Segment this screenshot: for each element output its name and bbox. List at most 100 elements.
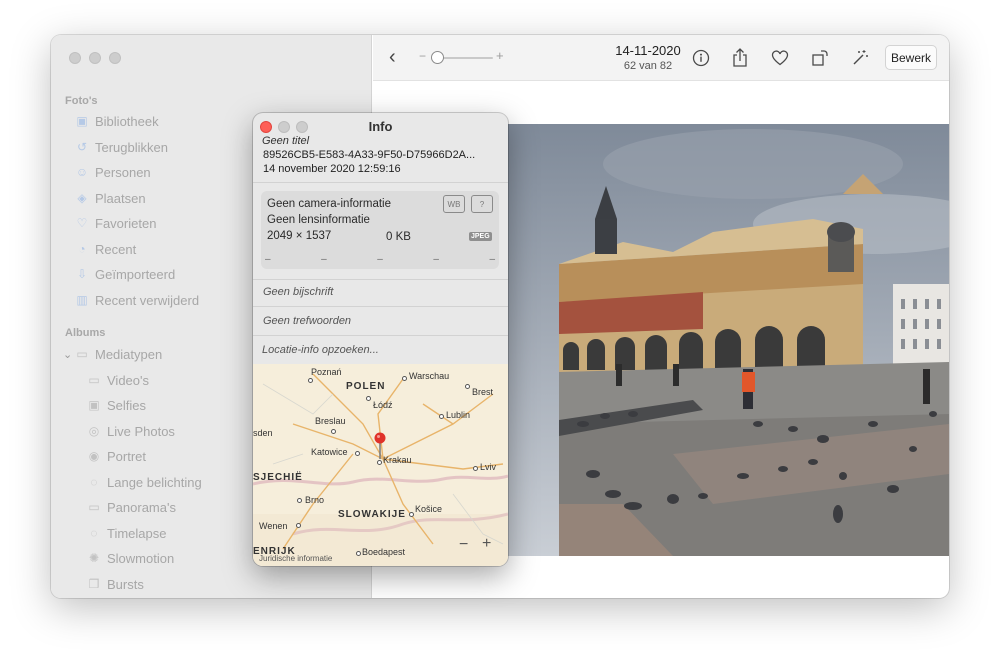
import-icon: ⇩ <box>76 267 88 281</box>
keywords-field[interactable]: Geen trefwoorden <box>263 315 351 327</box>
sidebar-item-label: Recent verwijderd <box>95 292 200 308</box>
sidebar-item-slowmotion[interactable]: ✺ Slowmotion <box>87 547 174 569</box>
map-label-lodz: Łódź <box>373 400 393 410</box>
people-icon: ☺ <box>75 165 89 179</box>
sidebar-item-mediatypen[interactable]: ▭ Mediatypen <box>75 343 162 365</box>
sidebar-item-plaatsen[interactable]: ◈ Plaatsen <box>75 187 146 209</box>
minimize-button[interactable] <box>89 52 101 64</box>
slowmo-icon: ✺ <box>88 551 100 565</box>
share-icon[interactable] <box>729 47 751 69</box>
section-albums: Albums <box>65 327 106 339</box>
camera-info-box: Geen camera-informatie Geen lensinformat… <box>261 191 499 269</box>
city-dot <box>409 512 414 517</box>
sidebar-item-recent-verwijderd[interactable]: ▥ Recent verwijderd <box>75 289 199 311</box>
sidebar-item-label: Bursts <box>107 576 144 592</box>
map-zoom-in-button[interactable]: + <box>482 535 491 553</box>
sidebar-item-timelapse[interactable]: ◌ Timelapse <box>87 522 166 544</box>
back-chevron-icon[interactable]: ‹ <box>389 46 396 69</box>
places-icon: ◈ <box>77 191 87 205</box>
burst-icon: ❒ <box>88 577 100 591</box>
divider <box>253 335 508 336</box>
sidebar-item-bibliotheek[interactable]: ▣ Bibliotheek <box>75 110 158 132</box>
map-label-katowice: Katowice <box>311 447 348 457</box>
city-dot <box>296 523 301 528</box>
map-label-kosice: Košice <box>415 504 443 514</box>
location-lookup[interactable]: Locatie-info opzoeken... <box>262 344 379 356</box>
clock-icon: ◔ <box>78 242 86 256</box>
long-exposure-icon: ◌ <box>90 475 98 489</box>
sidebar-item-bursts[interactable]: ❒ Bursts <box>87 573 144 595</box>
zoom-slider-thumb[interactable] <box>431 51 444 64</box>
zoom-button[interactable] <box>109 52 121 64</box>
divider <box>253 279 508 280</box>
sidebar-item-personen[interactable]: ☺ Personen <box>75 161 151 183</box>
map-roads <box>253 364 508 566</box>
memories-icon: ↺ <box>76 140 88 154</box>
city-dot <box>308 378 313 383</box>
toolbar: ‹ − + 14-11-2020 62 van 82 Bewerk <box>373 35 949 81</box>
sidebar-item-label: Live Photos <box>107 423 175 439</box>
rotate-icon[interactable] <box>809 47 831 69</box>
sidebar-item-label: Plaatsen <box>95 190 146 206</box>
legal-info-link[interactable]: Juridische informatie <box>259 554 332 563</box>
format-badge: JPEG <box>469 232 492 241</box>
chevron-down-icon[interactable]: ⌄ <box>63 348 72 361</box>
city-dot <box>356 551 361 556</box>
info-title: Info <box>368 119 393 134</box>
map-label-brest: Brest <box>472 387 494 397</box>
heart-icon[interactable] <box>769 47 791 69</box>
sidebar-item-recent[interactable]: ◔ Recent <box>75 238 136 260</box>
exif-values: – – – – – <box>265 254 495 265</box>
caption-field[interactable]: Geen bijschrift <box>263 286 333 298</box>
title-field[interactable]: Geen titel <box>262 135 309 147</box>
sidebar-item-label: Lange belichting <box>107 474 202 490</box>
sidebar-item-label: Geïmporteerd <box>95 266 176 282</box>
city-dot <box>439 414 444 419</box>
dimensions: 2049 × 1537 <box>267 230 332 242</box>
sidebar-item-favorieten[interactable]: ♡ Favorieten <box>75 212 157 234</box>
location-map[interactable]: Poznań Warschau POLEN Łódź Brest Breslau… <box>253 364 508 566</box>
exif-value: – <box>321 254 327 265</box>
map-label-wenen: Wenen <box>259 521 288 531</box>
map-label-brno: Brno <box>305 495 325 505</box>
zoom-in-label: + <box>496 48 504 63</box>
close-button[interactable] <box>69 52 81 64</box>
sidebar-item-portret[interactable]: ◉ Portret <box>87 445 146 467</box>
panorama-icon: ▭ <box>88 500 100 514</box>
sidebar-item-lange-belichting[interactable]: ◌ Lange belichting <box>87 471 202 493</box>
city-dot <box>366 396 371 401</box>
heart-icon: ♡ <box>76 216 88 230</box>
edit-button[interactable]: Bewerk <box>885 45 937 70</box>
map-label-polen: POLEN <box>346 381 386 392</box>
window-controls <box>69 52 121 64</box>
info-icon[interactable] <box>690 47 712 69</box>
city-dot <box>355 451 360 456</box>
camera-wb-icon: WB <box>443 195 465 213</box>
photo-date: 14-11-2020 <box>615 43 681 58</box>
sidebar-item-terugblikken[interactable]: ↺ Terugblikken <box>75 136 168 158</box>
folder-icon: ▭ <box>76 347 88 361</box>
sidebar-item-label: Recent <box>95 241 137 257</box>
city-dot <box>297 498 302 503</box>
map-label-krakau: Krakau <box>383 455 412 465</box>
section-photos: Foto's <box>65 95 98 107</box>
info-panel: Info Geen titel 89526CB5-E583-4A33-9F50-… <box>253 113 508 566</box>
map-label-slowakije: SLOWAKIJE <box>338 509 406 520</box>
portrait-icon: ◉ <box>88 449 100 463</box>
map-label-breslau: Breslau <box>315 416 346 426</box>
sidebar-item-geimporteerd[interactable]: ⇩ Geïmporteerd <box>75 263 175 285</box>
sidebar-item-label: Mediatypen <box>95 346 163 362</box>
city-dot <box>331 429 336 434</box>
sidebar-item-live-photos[interactable]: ◎ Live Photos <box>87 420 175 442</box>
live-photo-icon: ◎ <box>88 424 100 438</box>
magic-wand-icon[interactable] <box>849 47 871 69</box>
map-label-dresden: sden <box>253 428 273 438</box>
sidebar-item-panoramas[interactable]: ▭ Panorama's <box>87 496 176 518</box>
sidebar-item-videos[interactable]: ▭ Video's <box>87 369 149 391</box>
map-zoom-out-button[interactable]: − <box>459 536 468 554</box>
sidebar-item-label: Panorama's <box>107 499 176 515</box>
filename: 89526CB5-E583-4A33-9F50-D75966D2A... <box>263 149 476 161</box>
timelapse-icon: ◌ <box>90 526 98 540</box>
exif-value: – <box>489 254 495 265</box>
sidebar-item-selfies[interactable]: ▣ Selfies <box>87 394 146 416</box>
